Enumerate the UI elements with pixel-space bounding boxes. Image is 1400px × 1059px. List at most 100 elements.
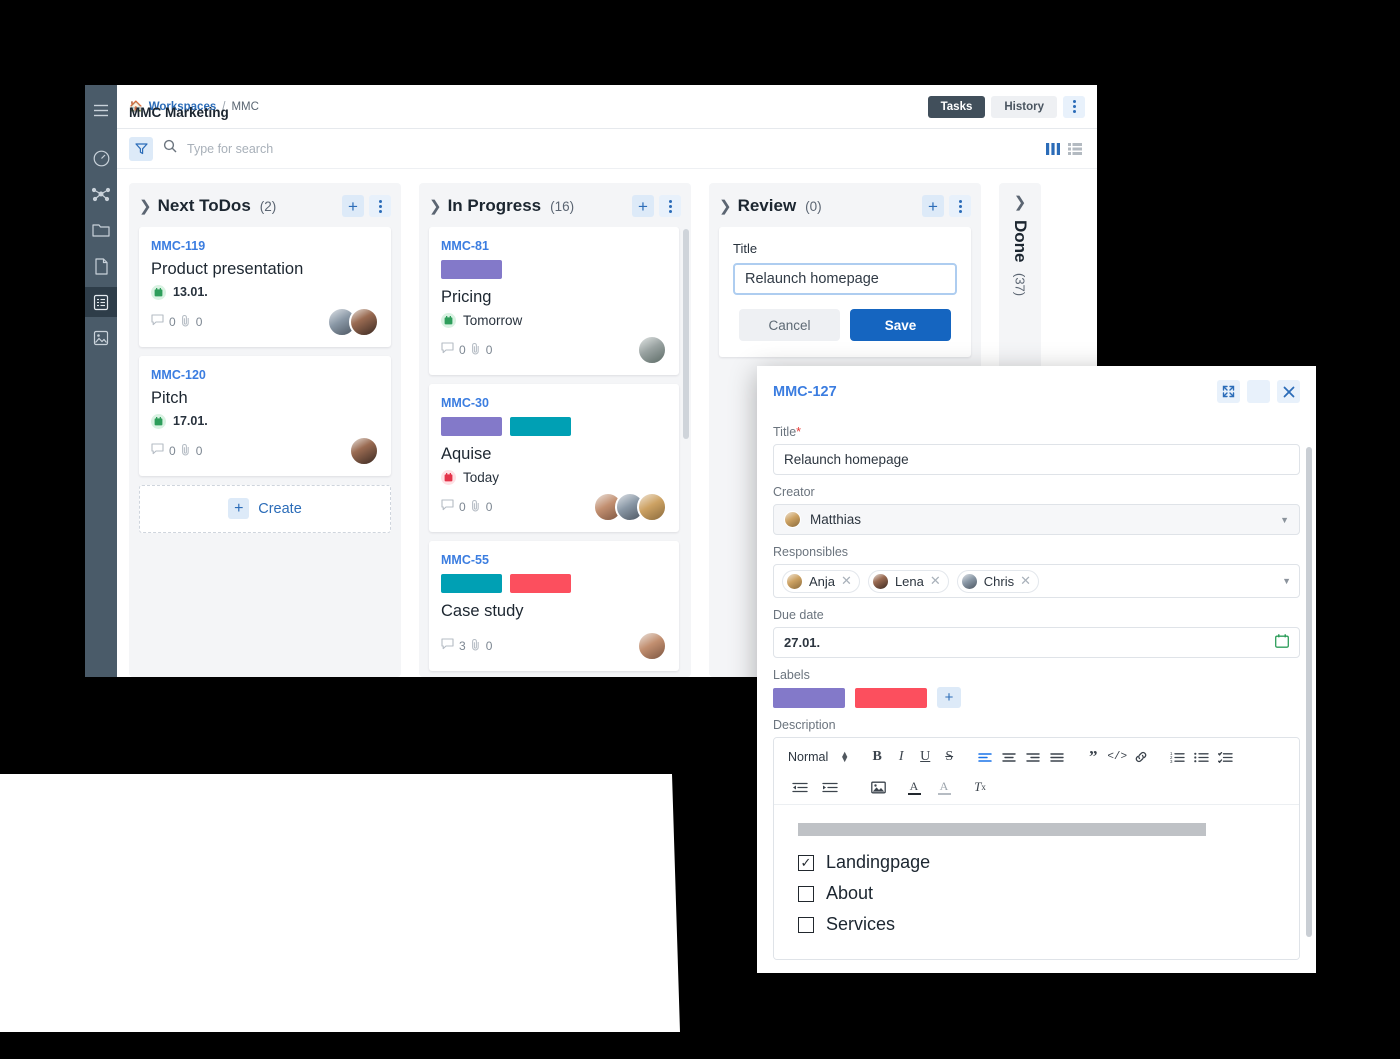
checklist-item[interactable]: Services	[790, 914, 1283, 935]
save-button[interactable]: Save	[850, 309, 951, 341]
create-card-button[interactable]: + Create	[139, 484, 391, 533]
comment-count: 0	[169, 314, 176, 329]
responsible-chip[interactable]: Chris ✕	[956, 569, 1040, 593]
close-small-icon[interactable]: ✕	[930, 573, 941, 589]
card-key[interactable]: MMC-81	[441, 239, 667, 253]
title-field[interactable]	[773, 444, 1300, 475]
insert-image-icon[interactable]	[866, 776, 890, 798]
link-icon[interactable]	[1129, 746, 1153, 768]
inline-title-input[interactable]	[733, 263, 957, 295]
expand-fullscreen-icon[interactable]	[1217, 380, 1240, 403]
align-right-icon[interactable]	[1021, 746, 1045, 768]
card-footer: 3 0	[441, 630, 667, 661]
align-justify-icon[interactable]	[1045, 746, 1069, 768]
checkbox-checked-icon[interactable]: ✓	[798, 854, 814, 871]
network-graph-icon[interactable]	[86, 179, 116, 209]
font-color-icon[interactable]: A	[902, 776, 926, 798]
chevron-down-icon[interactable]: ❯	[1014, 195, 1027, 210]
align-left-icon[interactable]	[973, 746, 997, 768]
column-kebab-menu-icon[interactable]	[659, 195, 681, 217]
strikethrough-icon[interactable]: S	[937, 746, 961, 768]
indent-icon[interactable]	[818, 776, 842, 798]
card-key[interactable]: MMC-30	[441, 396, 667, 410]
card-due-date: 17.01.	[151, 413, 379, 429]
italic-icon[interactable]: I	[889, 746, 913, 768]
label-chip[interactable]	[855, 687, 927, 708]
task-card[interactable]: MMC-81 Pricing Tomorrow 0 0	[429, 227, 679, 375]
checkbox-unchecked-icon[interactable]	[798, 916, 814, 933]
close-small-icon[interactable]: ✕	[841, 573, 852, 589]
board-view-icon[interactable]	[1043, 140, 1063, 158]
add-card-button[interactable]: +	[632, 195, 654, 217]
outdent-icon[interactable]	[788, 776, 812, 798]
column-kebab-menu-icon[interactable]	[949, 195, 971, 217]
modal-task-key[interactable]: MMC-127	[773, 384, 837, 400]
responsible-chip[interactable]: Lena ✕	[867, 569, 949, 593]
underline-icon[interactable]: U	[913, 746, 937, 768]
modal-kebab-menu-icon[interactable]	[1247, 380, 1270, 403]
clear-formatting-icon[interactable]: Tx	[968, 776, 992, 798]
label-chip[interactable]	[773, 687, 845, 708]
breadcrumb-current[interactable]: MMC	[231, 101, 258, 113]
blockquote-icon[interactable]: ”	[1081, 746, 1105, 768]
close-small-icon[interactable]: ✕	[1020, 573, 1031, 589]
label-chip	[510, 416, 571, 436]
list-view-icon[interactable]	[1065, 140, 1085, 158]
add-label-button[interactable]: +	[937, 687, 961, 708]
column-title: Review	[737, 196, 797, 215]
calendar-icon[interactable]	[1275, 634, 1289, 651]
responsibles-select[interactable]: Anja ✕ Lena ✕ Chris ✕ ▼	[773, 564, 1300, 598]
task-card[interactable]: MMC-119 Product presentation 13.01. 0 0	[139, 227, 391, 347]
ordered-list-icon[interactable]: 123	[1165, 746, 1189, 768]
hamburger-menu-icon[interactable]	[86, 95, 116, 125]
document-icon[interactable]	[86, 251, 116, 281]
bold-icon[interactable]: B	[865, 746, 889, 768]
close-icon[interactable]	[1277, 380, 1300, 403]
checklist-item[interactable]: About	[790, 883, 1283, 904]
align-center-icon[interactable]	[997, 746, 1021, 768]
code-block-icon[interactable]: </>	[1105, 746, 1129, 768]
cancel-button[interactable]: Cancel	[739, 309, 840, 341]
column-kebab-menu-icon[interactable]	[369, 195, 391, 217]
search-input[interactable]	[185, 140, 445, 157]
description-content[interactable]: ✓ Landingpage About Services	[774, 805, 1299, 959]
checklist-icon[interactable]	[1213, 746, 1237, 768]
board-column-in-progress: ❯ In Progress (16) + MMC-81 Pricing Tomo…	[419, 183, 691, 677]
add-card-button[interactable]: +	[342, 195, 364, 217]
task-list-icon[interactable]	[85, 287, 117, 317]
block-format-select[interactable]: Normal ▲ ▼	[788, 750, 853, 764]
column-count: (37)	[1012, 272, 1028, 296]
task-card[interactable]: MMC-30 Aquise Today 0 0	[429, 383, 679, 532]
checkbox-unchecked-icon[interactable]	[798, 885, 814, 902]
task-card[interactable]: MMC-120 Pitch 17.01. 0 0	[139, 355, 391, 476]
toolbar-row-2: A A Tx	[788, 776, 1291, 798]
chevron-right-icon[interactable]: ❯	[139, 199, 152, 214]
add-card-button[interactable]: +	[922, 195, 944, 217]
paperclip-icon	[181, 314, 191, 330]
task-card[interactable]: MMC-55 Case study 3 0	[429, 540, 679, 671]
header-kebab-menu-icon[interactable]	[1063, 95, 1085, 118]
chevron-right-icon[interactable]: ❯	[429, 199, 442, 214]
column-scrollbar[interactable]	[683, 229, 689, 439]
card-key[interactable]: MMC-120	[151, 368, 379, 382]
chevron-right-icon[interactable]: ❯	[719, 199, 732, 214]
tab-history[interactable]: History	[991, 95, 1057, 118]
card-key[interactable]: MMC-119	[151, 239, 379, 253]
card-key[interactable]: MMC-55	[441, 553, 667, 567]
dashboard-gauge-icon[interactable]	[86, 143, 116, 173]
tab-tasks[interactable]: Tasks	[927, 95, 986, 118]
chevron-down-icon[interactable]: ▼	[1280, 515, 1289, 525]
creator-select[interactable]: Matthias ▼	[773, 504, 1300, 535]
image-board-icon[interactable]	[86, 323, 116, 353]
folder-icon[interactable]	[86, 215, 116, 245]
checklist-item[interactable]: ✓ Landingpage	[790, 852, 1283, 873]
plus-icon: +	[228, 498, 250, 520]
chevron-down-icon[interactable]: ▼	[1282, 576, 1291, 586]
responsible-chip[interactable]: Anja ✕	[782, 569, 860, 593]
highlight-color-icon[interactable]: A	[932, 776, 956, 798]
avatar	[637, 491, 667, 522]
due-date-field[interactable]: 27.01.	[773, 627, 1300, 658]
modal-scrollbar[interactable]	[1306, 447, 1312, 937]
bullet-list-icon[interactable]	[1189, 746, 1213, 768]
filter-funnel-icon[interactable]	[129, 136, 153, 161]
